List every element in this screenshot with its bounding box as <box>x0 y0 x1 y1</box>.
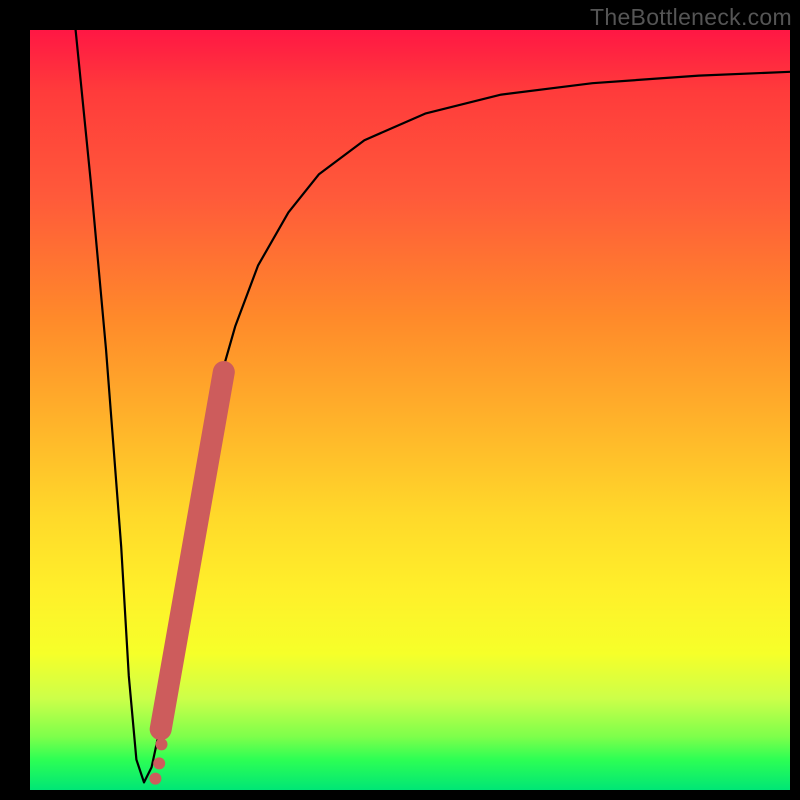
curve-layer <box>30 30 790 790</box>
bottleneck-curve <box>76 30 790 782</box>
chart-frame: TheBottleneck.com <box>0 0 800 800</box>
watermark-text: TheBottleneck.com <box>590 4 792 31</box>
plot-area <box>30 30 790 790</box>
highlight-band <box>161 372 224 729</box>
